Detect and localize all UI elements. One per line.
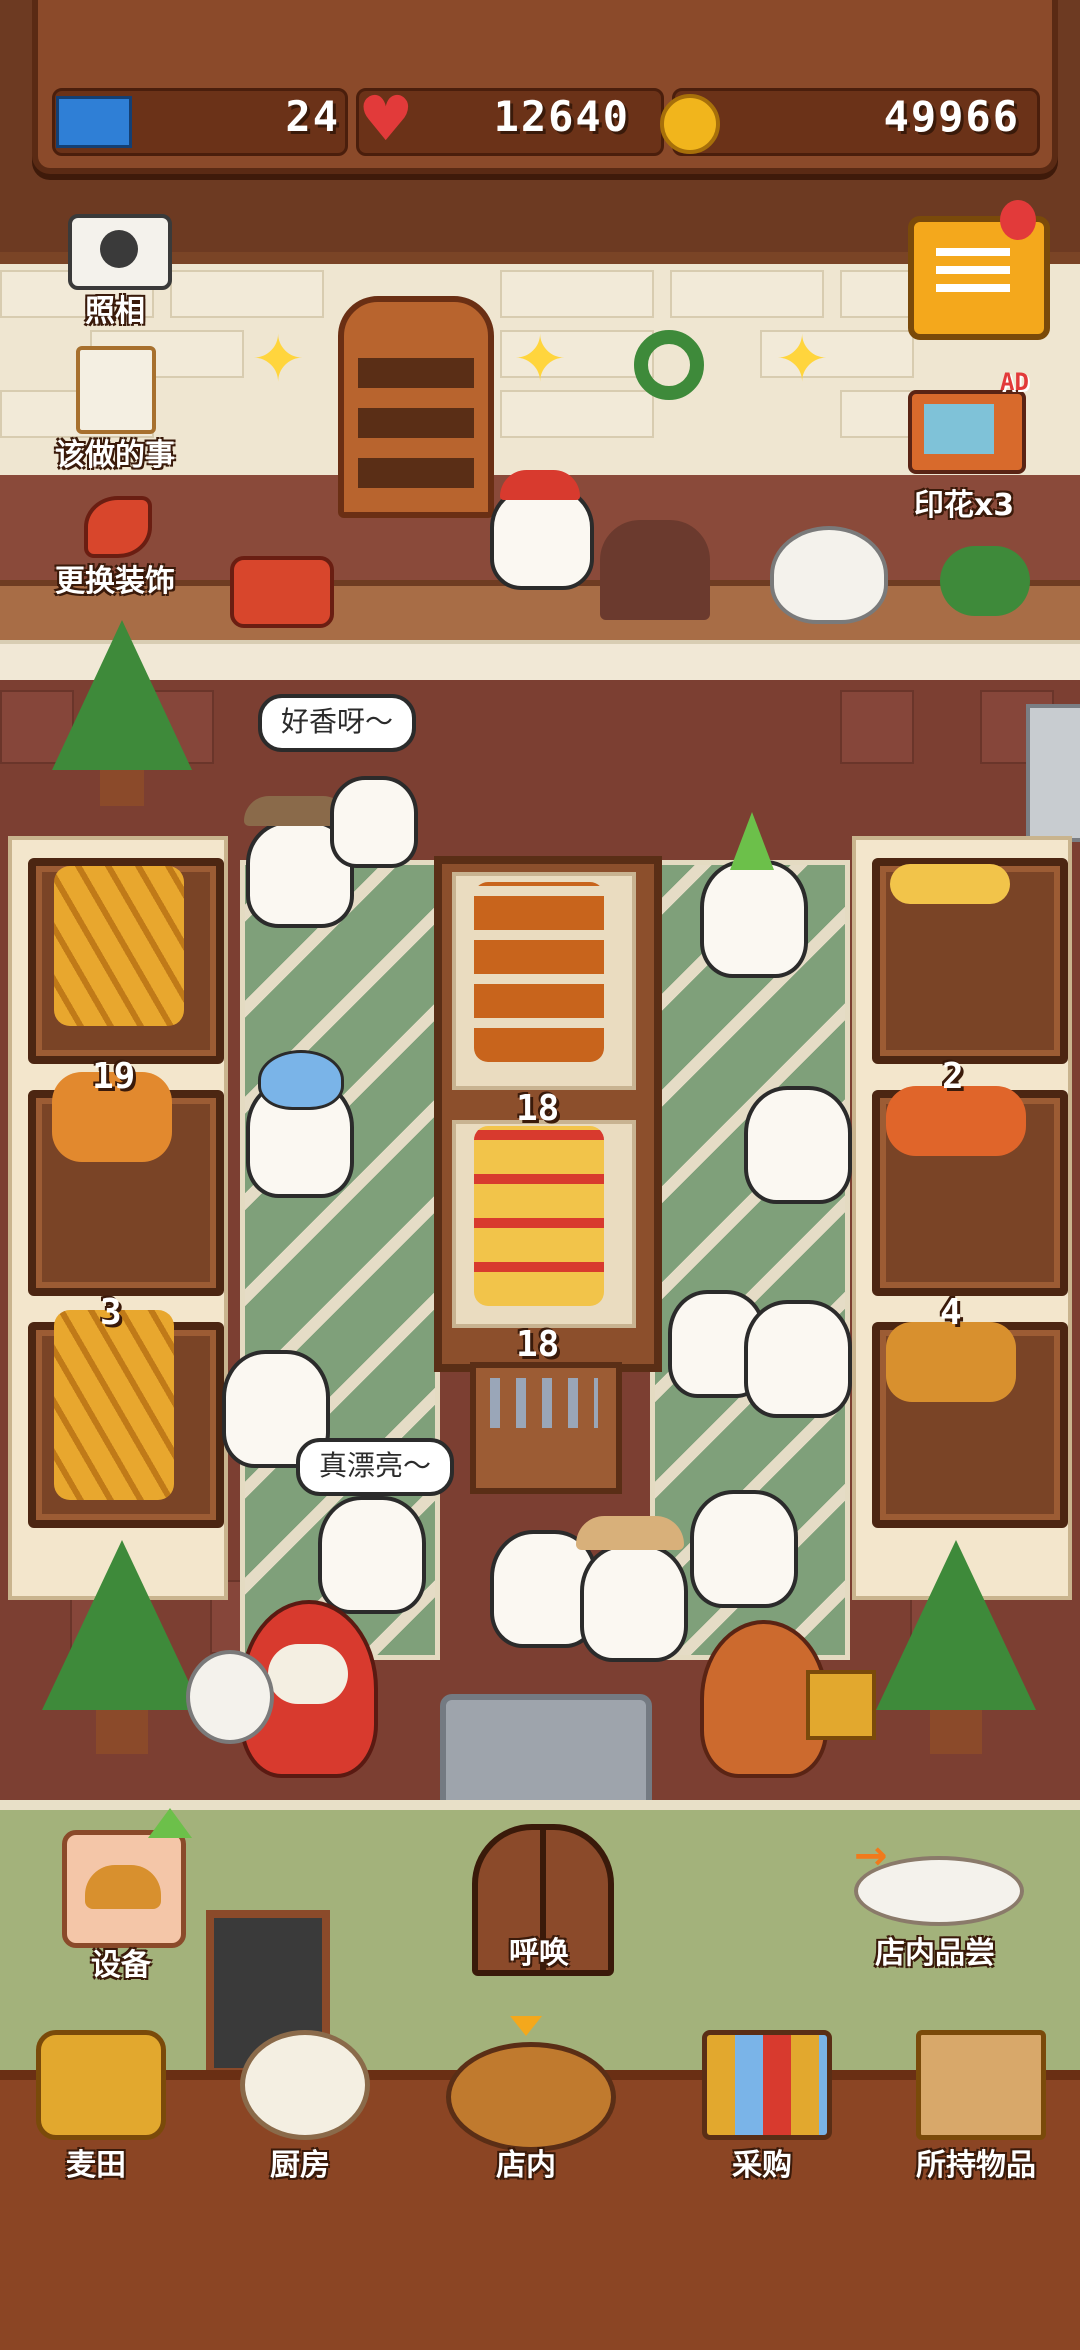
heart-icon: ♥ (358, 82, 414, 155)
bread-basket-icon (446, 2042, 616, 2152)
resource-bar (32, 0, 1058, 174)
coin-icon (660, 94, 720, 154)
santa-hat-icon (500, 470, 580, 500)
brush-icon (84, 496, 152, 558)
selected-indicator-icon (510, 2016, 542, 2036)
bread-shelf[interactable] (338, 296, 494, 518)
nav-kitchen-label: 厨房 (270, 2148, 330, 2183)
phone-icon (230, 556, 334, 628)
customer-cat[interactable] (580, 1544, 688, 1662)
stamps-button[interactable]: AD 印花x3 (894, 368, 1054, 523)
bun-bread-icon (886, 1322, 1016, 1402)
heart-count: 12640 (493, 92, 630, 141)
rolling-pin-icon (240, 2030, 370, 2140)
summon-button[interactable]: 呼唤 (466, 1824, 614, 2014)
nav-wheat-field-label: 麦田 (66, 2148, 126, 2183)
coin-count: 49966 (883, 92, 1020, 141)
stock-count-right-mid: 2 (942, 1056, 964, 1097)
teapot-icon (770, 526, 888, 624)
stock-count-right-bottom: 4 (940, 1292, 962, 1333)
todo-label: 该做的事 (55, 438, 175, 473)
cutlery-stand[interactable] (470, 1362, 622, 1494)
nav-shop[interactable]: 店内 (436, 2016, 616, 2220)
santa-hat-cat (490, 486, 594, 590)
bird-icon (258, 1050, 344, 1110)
customer-cat[interactable] (318, 1496, 426, 1614)
nav-kitchen[interactable]: 厨房 (210, 2030, 390, 2220)
door-mat (440, 1694, 652, 1812)
tree-pot (96, 1710, 148, 1754)
equipment-button[interactable]: 设备 (56, 1808, 196, 2000)
nav-shop-label: 店内 (496, 2148, 556, 2183)
menu-icon (936, 248, 1010, 292)
tree-pot (930, 1710, 982, 1754)
balloon-icon (1000, 200, 1036, 240)
pie-icon (62, 1830, 186, 1948)
ticket-icon (56, 96, 132, 148)
chocolate-bread (600, 520, 710, 620)
hat-icon (576, 1516, 684, 1550)
tv-icon (908, 390, 1026, 474)
party-hat-icon (730, 812, 774, 870)
nav-purchase-label: 采购 (732, 2148, 792, 2183)
star-light-icon: ✦ (513, 323, 567, 397)
speech-bubble: 好香呀～ (258, 694, 416, 752)
customer-cat[interactable] (330, 776, 418, 868)
tasting-button[interactable]: → 店内品尝 (848, 1833, 1024, 1986)
camera-button[interactable]: 照相 (60, 214, 172, 329)
nav-purchase[interactable]: 采购 (672, 2030, 852, 2220)
ticket-count: 24 (285, 92, 340, 141)
equipment-label: 设备 (91, 1948, 151, 1983)
speech-bubble: 真漂亮～ (296, 1438, 454, 1496)
arrow-right-icon: → (854, 1833, 888, 1879)
camera-label: 照相 (85, 294, 145, 329)
stock-count-center-top: 18 (516, 1088, 560, 1129)
reindeer-bread-icon (474, 882, 604, 1062)
wheat-icon (36, 2030, 166, 2140)
nav-inventory[interactable]: 所持物品 (886, 2030, 1066, 2220)
santa-bread-icon (474, 1126, 604, 1306)
shop-items-icon (702, 2030, 832, 2140)
decorate-button[interactable]: 更换装饰 (40, 490, 190, 600)
tasting-label: 店内品尝 (875, 1936, 995, 1971)
customer-cat[interactable] (744, 1300, 852, 1418)
gift-box (806, 1670, 876, 1740)
christmas-tree-small (52, 620, 192, 770)
stock-count-center-bottom: 18 (516, 1324, 560, 1365)
side-door[interactable] (1026, 704, 1080, 842)
christmas-tree-left (42, 1540, 202, 1710)
customer-cat[interactable] (744, 1086, 852, 1204)
star-light-icon: ✦ (251, 323, 305, 397)
nav-wheat-field[interactable]: 麦田 (6, 2030, 186, 2220)
ad-badge: AD (1000, 368, 1029, 396)
customer-cat[interactable] (690, 1490, 798, 1608)
gift-sack (186, 1650, 274, 1744)
customer-cat[interactable] (700, 860, 808, 978)
stock-count-left-bottom: 3 (100, 1292, 122, 1333)
wreath-icon (634, 330, 704, 400)
candle-decor (940, 546, 1030, 616)
stamps-label: 印花x3 (913, 488, 1015, 523)
star-light-icon: ✦ (775, 323, 829, 397)
baguette-icon (54, 866, 184, 1026)
christmas-tree-right (876, 1540, 1036, 1710)
nav-inventory-label: 所持物品 (916, 2148, 1036, 2183)
camera-icon (68, 214, 172, 290)
summon-label: 呼唤 (509, 1936, 569, 1971)
tree-pot (100, 770, 144, 806)
stock-count-left-mid: 19 (92, 1056, 136, 1097)
upgrade-arrow-icon (148, 1808, 192, 1838)
melon-bread-icon (890, 864, 1010, 904)
baguette-icon (54, 1310, 174, 1500)
todo-button[interactable]: 该做的事 (40, 342, 190, 473)
decorate-label: 更换装饰 (55, 564, 175, 599)
box-icon (916, 2030, 1046, 2140)
clipboard-icon (76, 346, 156, 434)
